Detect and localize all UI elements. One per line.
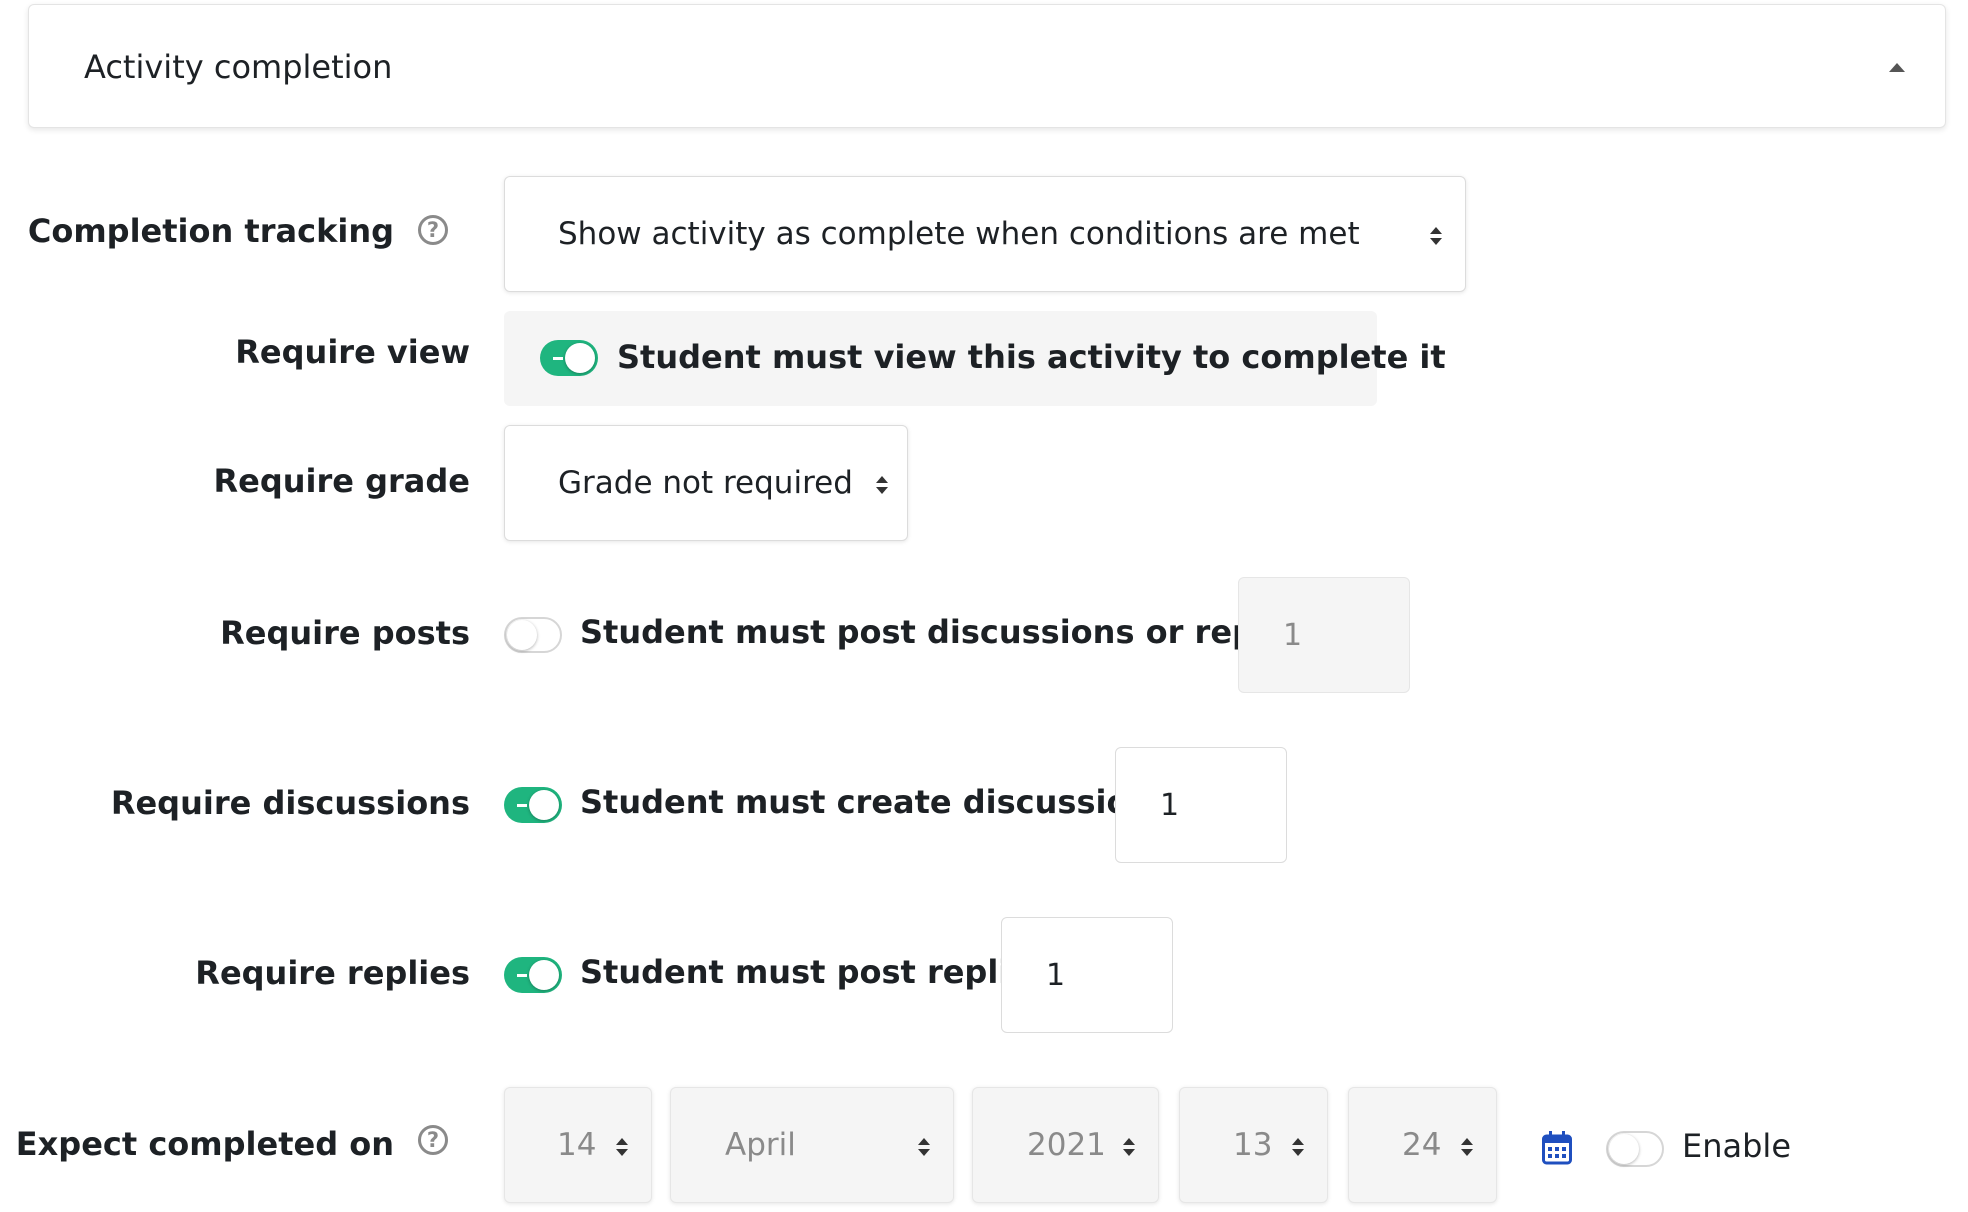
require-grade-select[interactable]: Grade not required xyxy=(504,425,908,541)
require-discussions-toggle[interactable] xyxy=(504,787,562,823)
require-posts-input[interactable]: 1 xyxy=(1238,577,1410,693)
require-view-toggle[interactable] xyxy=(540,340,598,376)
section-header-activity-completion[interactable]: Activity completion xyxy=(28,4,1946,128)
select-arrows-icon xyxy=(876,476,888,494)
require-view-label: Require view xyxy=(235,333,470,371)
require-replies-text: Student must post replies: xyxy=(580,953,1063,991)
require-grade-value: Grade not required xyxy=(558,465,853,501)
enable-toggle[interactable] xyxy=(1606,1131,1664,1167)
require-replies-label: Require replies xyxy=(195,954,470,992)
minute-value: 24 xyxy=(1402,1127,1442,1163)
year-value: 2021 xyxy=(1027,1127,1106,1163)
select-arrows-icon xyxy=(616,1138,628,1156)
select-arrows-icon xyxy=(918,1138,930,1156)
require-view-panel: Student must view this activity to compl… xyxy=(504,311,1446,406)
select-arrows-icon xyxy=(1123,1138,1135,1156)
require-replies-toggle[interactable] xyxy=(504,957,562,993)
toggle-knob xyxy=(507,620,537,650)
help-icon[interactable]: ? xyxy=(418,1125,448,1155)
require-replies-input[interactable]: 1 xyxy=(1001,917,1173,1033)
month-select[interactable]: April xyxy=(670,1087,954,1203)
require-discussions-input[interactable]: 1 xyxy=(1115,747,1287,863)
toggle-knob xyxy=(565,343,595,373)
toggle-check-icon xyxy=(517,804,527,807)
help-icon[interactable]: ? xyxy=(418,215,448,245)
require-discussions-text: Student must create discussions: xyxy=(580,783,1184,821)
require-posts-toggle[interactable] xyxy=(504,617,562,653)
hour-select[interactable]: 13 xyxy=(1179,1087,1328,1203)
month-value: April xyxy=(725,1127,796,1163)
toggle-knob xyxy=(529,790,559,820)
completion-tracking-value: Show activity as complete when condition… xyxy=(558,216,1360,252)
completion-tracking-select[interactable]: Show activity as complete when condition… xyxy=(504,176,1466,292)
select-arrows-icon xyxy=(1430,227,1442,245)
require-grade-label: Require grade xyxy=(213,462,470,500)
select-arrows-icon xyxy=(1461,1138,1473,1156)
completion-tracking-label: Completion tracking xyxy=(27,212,394,250)
day-select[interactable]: 14 xyxy=(504,1087,652,1203)
require-view-text: Student must view this activity to compl… xyxy=(617,338,1446,376)
expect-completed-label: Expect completed on xyxy=(15,1125,394,1163)
day-value: 14 xyxy=(557,1127,597,1163)
minute-select[interactable]: 24 xyxy=(1348,1087,1497,1203)
calendar-icon[interactable] xyxy=(1542,1131,1572,1165)
select-arrows-icon xyxy=(1292,1138,1304,1156)
collapse-caret-icon[interactable] xyxy=(1889,63,1905,72)
toggle-check-icon xyxy=(553,357,563,360)
section-title: Activity completion xyxy=(84,48,393,86)
require-posts-label: Require posts xyxy=(220,614,470,652)
toggle-knob xyxy=(1609,1134,1639,1164)
toggle-knob xyxy=(529,960,559,990)
require-discussions-label: Require discussions xyxy=(110,784,470,822)
require-posts-text: Student must post discussions or replies… xyxy=(580,613,1331,651)
hour-value: 13 xyxy=(1233,1127,1273,1163)
toggle-check-icon xyxy=(517,974,527,977)
year-select[interactable]: 2021 xyxy=(972,1087,1159,1203)
enable-label: Enable xyxy=(1682,1127,1791,1165)
